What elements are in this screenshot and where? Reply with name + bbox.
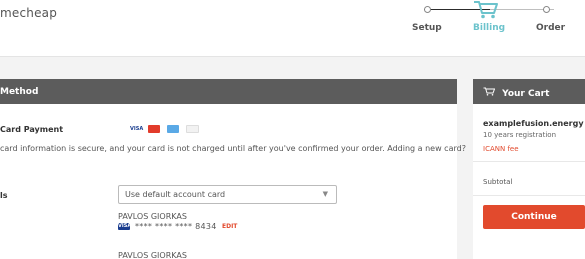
amex-logo-icon [167,125,179,133]
brand-logo[interactable]: mecheap [0,6,57,20]
cardholder-name: PAVLOS GIORKAS [118,212,187,221]
card-details-label: ls [0,191,8,200]
discover-logo-icon [186,125,199,133]
cardholder-name-billing: PAVLOS GIORKAS [118,251,187,259]
cart-panel: Your Cart examplefusion.energy 10 years … [473,79,585,259]
shopping-cart-icon [474,1,498,19]
cart-registration-term: 10 years registration [483,131,557,139]
visa-logo-icon: VISA [130,125,144,133]
chevron-down-icon: ▼ [322,190,328,198]
card-select-value: Use default account card [125,190,226,199]
cart-divider-2 [473,195,585,196]
card-security-notice: card information is secure, and your car… [0,144,466,153]
site-header: mecheap Setup Billing Order [0,0,585,57]
icann-fee-link[interactable]: ICANN fee [483,145,519,153]
edit-card-link[interactable]: EDIT [222,223,237,230]
payment-method-header: Method [0,79,457,104]
card-payment-label[interactable]: Card Payment [0,125,63,134]
cart-title: Your Cart [502,89,550,99]
payment-method-title: Method [0,87,39,97]
continue-button[interactable]: Continue [483,205,585,229]
cart-icon [483,87,496,99]
card-select-dropdown[interactable]: Use default account card ▼ [118,185,337,204]
payment-method-panel: Method Card Payment VISA card informatio… [0,79,466,259]
visa-card-icon: VISA [118,223,132,230]
step-setup[interactable]: Setup [412,23,442,33]
step-billing[interactable]: Billing [473,23,505,33]
cart-domain-name: examplefusion.energy [483,119,584,128]
cart-divider [473,161,585,162]
mastercard-logo-icon [148,125,160,133]
cart-header: Your Cart [473,79,585,104]
step-dot-order [543,6,550,13]
masked-card-number: **** **** **** 8434 [135,222,217,231]
step-order[interactable]: Order [536,23,565,33]
subtotal-label: Subtotal [483,178,513,186]
step-dot-setup [424,6,431,13]
